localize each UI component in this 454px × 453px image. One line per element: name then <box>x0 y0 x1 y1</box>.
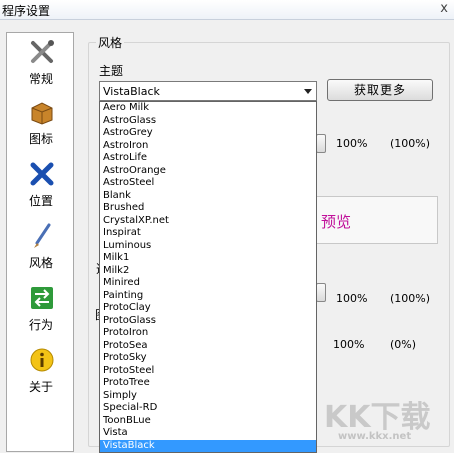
sidebar: 常规 图标 位置 风格 行为 关于 <box>6 32 74 452</box>
list-item[interactable]: AstroGrey <box>100 127 316 140</box>
group-title: 风格 <box>96 34 125 51</box>
list-item[interactable]: AstroOrange <box>100 165 316 178</box>
sidebar-item-about[interactable]: 关于 <box>7 347 75 405</box>
list-item[interactable]: AstroLife <box>100 152 316 165</box>
list-item[interactable]: ProtoTree <box>100 377 316 390</box>
list-item[interactable]: ProtoSteel <box>100 365 316 378</box>
list-item[interactable]: Blank <box>100 190 316 203</box>
sidebar-item-label: 行为 <box>28 318 53 332</box>
list-item[interactable]: ProtoSea <box>100 340 316 353</box>
list-item[interactable]: ProtoClay <box>100 302 316 315</box>
slider-range: (100%) <box>390 137 431 150</box>
sidebar-item-label: 常规 <box>28 72 53 86</box>
list-item[interactable]: ToonBLue <box>100 415 316 428</box>
theme-value: VistaBlack <box>103 85 160 98</box>
list-item[interactable]: Aero Milk <box>100 102 316 115</box>
sidebar-item-position[interactable]: 位置 <box>7 161 75 219</box>
close-button[interactable]: x <box>440 1 448 16</box>
slider-thumb[interactable] <box>316 283 326 302</box>
tools-icon <box>31 40 54 63</box>
slider-value: 100% <box>336 137 368 150</box>
list-item[interactable]: ProtoIron <box>100 327 316 340</box>
list-item[interactable]: Special-RD <box>100 402 316 415</box>
sidebar-item-general[interactable]: 常规 <box>7 39 75 97</box>
list-item[interactable]: Simply <box>100 390 316 403</box>
preview-box: 预览 <box>316 196 438 244</box>
sidebar-item-label: 图标 <box>28 132 53 146</box>
sidebar-item-label: 位置 <box>28 194 53 208</box>
slider-range: (0%) <box>390 338 417 351</box>
list-item-selected[interactable]: VistaBlack <box>100 439 316 452</box>
watermark-url: www.kkx.net <box>338 431 412 442</box>
slider-value: 100% <box>336 292 368 305</box>
list-item[interactable]: AstroSteel <box>100 177 316 190</box>
slider-range: (100%) <box>390 292 431 305</box>
preview-text: 预览 <box>321 213 352 231</box>
sidebar-item-behavior[interactable]: 行为 <box>7 285 75 343</box>
list-item[interactable]: CrystalXP.net <box>100 215 316 228</box>
info-icon <box>30 348 54 372</box>
list-item[interactable]: Painting <box>100 290 316 303</box>
slider-thumb[interactable] <box>316 134 326 153</box>
list-item[interactable]: Luminous <box>100 240 316 253</box>
theme-select[interactable]: VistaBlack <box>99 81 317 101</box>
sidebar-item-style[interactable]: 风格 <box>7 223 75 281</box>
watermark-logo: KK下载 <box>324 400 431 435</box>
sidebar-item-icons[interactable]: 图标 <box>7 99 75 157</box>
list-item[interactable]: AstroIron <box>100 140 316 153</box>
list-item[interactable]: AstroGlass <box>100 115 316 128</box>
slider-value: 100% <box>333 338 365 351</box>
list-item[interactable]: Milk1 <box>100 252 316 265</box>
theme-dropdown-list[interactable]: Aero Milk AstroGlass AstroGrey AstroIron… <box>99 101 317 453</box>
box-icon <box>31 102 53 125</box>
sidebar-item-label: 风格 <box>28 256 53 270</box>
list-item[interactable]: Minired <box>100 277 316 290</box>
get-more-button[interactable]: 获取更多 <box>327 79 433 101</box>
theme-label: 主题 <box>99 64 124 78</box>
title-bar: 程序设置 x <box>0 0 454 20</box>
list-item[interactable]: Inspirat <box>100 227 316 240</box>
arrows-icon <box>31 287 53 309</box>
move-icon <box>30 162 54 186</box>
window-title: 程序设置 <box>2 4 51 18</box>
list-item[interactable]: Brushed <box>100 202 316 215</box>
list-item[interactable]: ProtoSky <box>100 352 316 365</box>
list-item[interactable]: Milk2 <box>100 265 316 278</box>
list-item[interactable]: ProtoGlass <box>100 315 316 328</box>
list-item[interactable]: Vista <box>100 427 316 440</box>
sidebar-item-label: 关于 <box>28 380 53 394</box>
brush-icon <box>34 223 51 248</box>
chevron-down-icon[interactable] <box>304 89 312 94</box>
